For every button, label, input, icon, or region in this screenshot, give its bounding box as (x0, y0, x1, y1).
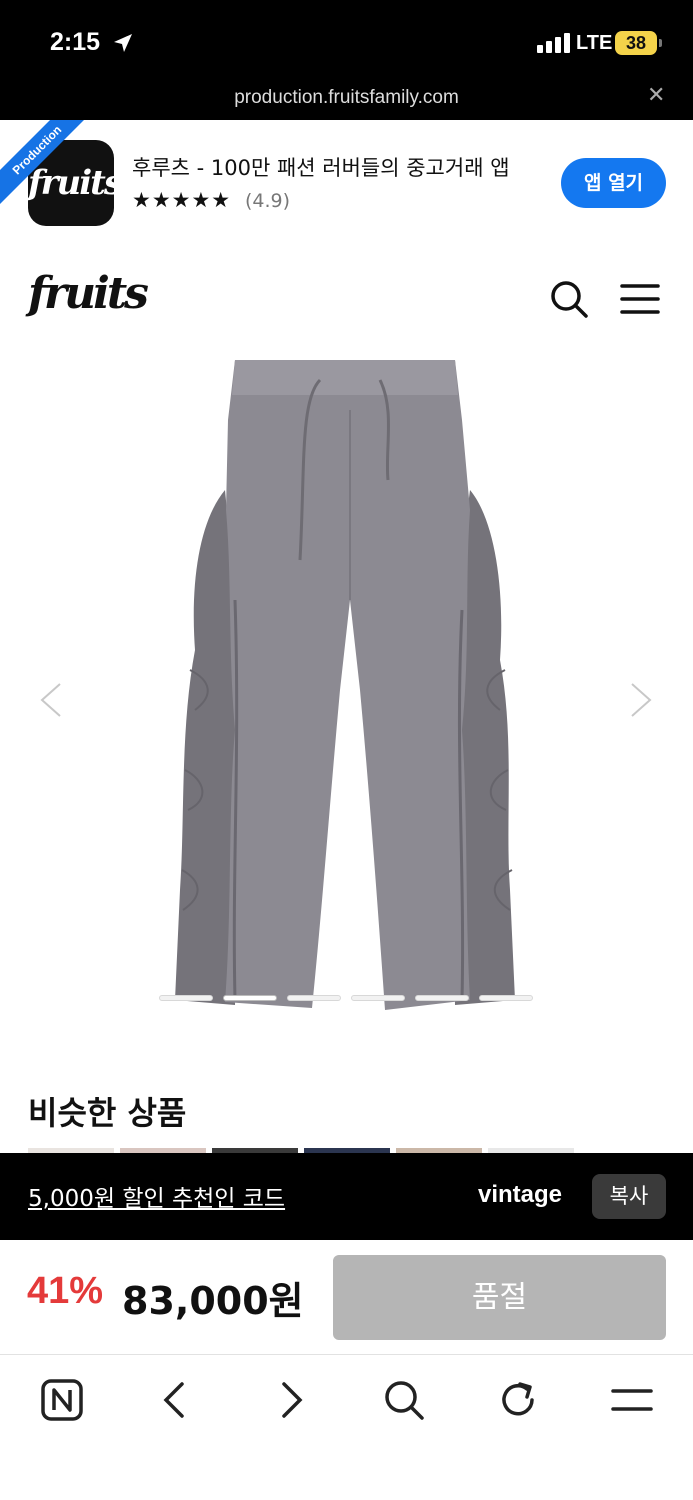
refresh-icon[interactable] (496, 1378, 540, 1422)
signal-icon (537, 33, 571, 53)
search-icon[interactable] (382, 1378, 426, 1422)
similar-products-title: 비슷한 상품 (28, 1094, 187, 1132)
hamburger-menu-icon[interactable] (620, 282, 660, 316)
rating-value: (4.9) (245, 190, 291, 212)
url-text[interactable]: production.fruitsfamily.com (0, 87, 693, 109)
close-icon[interactable]: ✕ (647, 83, 665, 108)
referral-code: vintage (478, 1181, 563, 1208)
location-arrow-icon (114, 34, 132, 52)
open-app-button[interactable]: 앱 열기 (561, 158, 666, 208)
carousel-dot[interactable] (351, 995, 405, 1001)
site-header: fruits (0, 240, 693, 350)
browser-toolbar (0, 1356, 693, 1500)
naver-home-icon[interactable] (40, 1378, 84, 1422)
carousel-dot[interactable] (415, 995, 469, 1001)
carousel-indicators (159, 995, 535, 1003)
chevron-right-icon[interactable] (626, 680, 656, 720)
chevron-left-icon[interactable] (36, 680, 66, 720)
app-title: 후루츠 - 100만 패션 러버들의 중고거래 앱 (132, 156, 510, 180)
search-icon[interactable] (548, 278, 590, 320)
status-time: 2:15 (50, 28, 101, 56)
copy-button[interactable]: 복사 (592, 1174, 666, 1219)
referral-bar: 5,000원 할인 추천인 코드 vintage 복사 (0, 1153, 693, 1240)
carousel-dot[interactable] (159, 995, 213, 1001)
purchase-bar: 41% 83,000원 품절 (0, 1240, 693, 1355)
carousel-dot[interactable] (287, 995, 341, 1001)
discount-rate: 41% (27, 1270, 104, 1312)
fruits-logo[interactable]: fruits (28, 268, 149, 319)
carrier-label: LTE (576, 32, 613, 54)
app-install-banner: Production fruits 후루츠 - 100만 패션 러버들의 중고거… (0, 120, 693, 240)
price: 83,000원 (122, 1279, 304, 1323)
product-image-carousel[interactable] (0, 350, 693, 1030)
battery-tip (659, 39, 662, 47)
menu-icon[interactable] (610, 1378, 654, 1422)
carousel-dot-active[interactable] (223, 995, 277, 1001)
rating-stars: ★★★★★ (132, 188, 232, 212)
url-bar[interactable]: production.fruitsfamily.com ✕ (0, 80, 693, 120)
soldout-button: 품절 (333, 1255, 666, 1340)
referral-link[interactable]: 5,000원 할인 추천인 코드 (28, 1179, 285, 1213)
back-icon[interactable] (154, 1378, 198, 1422)
forward-icon[interactable] (268, 1378, 312, 1422)
battery-icon: 38 (615, 31, 657, 55)
pants-photo (175, 360, 515, 1010)
carousel-dot[interactable] (479, 995, 533, 1001)
status-bar: 2:15 LTE 38 (0, 0, 693, 80)
